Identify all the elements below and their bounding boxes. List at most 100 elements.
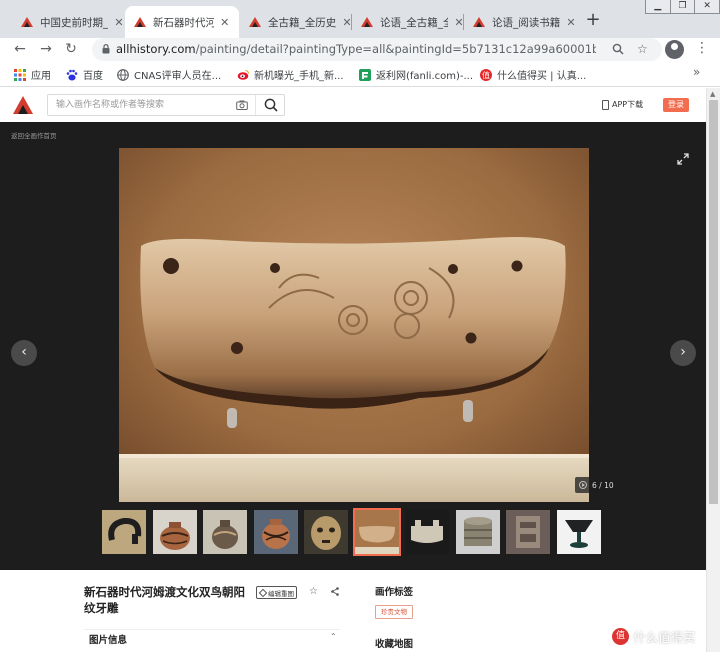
bookmark-apps[interactable]: 应用 [14, 67, 51, 82]
back-arrow-icon[interactable]: ← [10, 38, 30, 61]
weibo-eye-icon [237, 69, 249, 80]
previous-image-button[interactable]: ‹ [11, 340, 37, 366]
more-bookmarks-icon[interactable]: » [693, 65, 700, 79]
url-host: allhistory.com [116, 42, 196, 56]
favorite-star-icon[interactable]: ☆ [309, 586, 318, 597]
smzdm-icon: 值 [480, 68, 492, 81]
tag-precious-relic[interactable]: 珍贵文物 [375, 605, 413, 619]
globe-icon [117, 68, 129, 81]
reload-icon[interactable]: ↻ [61, 38, 81, 61]
url-text[interactable]: allhistory.com/painting/detail?paintingT… [116, 42, 596, 56]
collection-map-heading: 收藏地图 [375, 639, 414, 650]
bookmarks-bar: 应用 百度 CNAS评审人员在... 新机曝光_手机_新... 返利网(fanl… [0, 61, 720, 87]
edit-artwork-button[interactable]: 编辑重图 [256, 586, 297, 599]
search-icon [264, 98, 278, 112]
search-box [47, 94, 285, 116]
thumbnail-strip [102, 508, 606, 556]
next-image-button[interactable]: › [670, 340, 696, 366]
camera-icon[interactable] [236, 99, 248, 111]
smzdm-logo-icon: 值 [612, 628, 629, 645]
scroll-up-arrow-icon[interactable]: ▲ [710, 90, 715, 98]
artwork-info-section: 新石器时代河姆渡文化双鸟朝阳纹牙雕 编辑重图 ☆ 图片信息 ⌃ 画作标签 珍贵文… [0, 570, 706, 652]
page-scrollbar[interactable]: ▲ [706, 88, 720, 652]
allhistory-logo-icon [249, 17, 261, 27]
svg-text:值: 值 [482, 70, 490, 80]
bookmark-label: 应用 [31, 71, 51, 82]
zoom-magnifier-icon[interactable] [612, 43, 624, 55]
browser-tab-bar: 中国史前时期_ ✕ 新石器时代河姆 ✕ 全古籍_全历史 ✕ 论语_全古籍_全 ✕… [0, 0, 720, 38]
section-divider [84, 629, 340, 630]
edit-pen-icon [258, 588, 268, 597]
bookmark-new-phones[interactable]: 新机曝光_手机_新... [237, 67, 344, 82]
thumbnail-black-goblet[interactable] [557, 510, 601, 554]
thumbnail-clay-pot[interactable] [203, 510, 247, 554]
tab-analects-books[interactable]: 论语_全古籍_全 ✕ [352, 6, 474, 38]
app-download-label: APP下载 [612, 100, 644, 109]
phone-icon [602, 99, 609, 110]
chevron-up-icon[interactable]: ⌃ [330, 632, 337, 641]
allhistory-logo-icon[interactable] [12, 95, 34, 115]
search-input[interactable] [48, 95, 232, 115]
thumbnail-painted-jar[interactable] [153, 510, 197, 554]
edit-label: 编辑重图 [268, 589, 294, 598]
tab-hemudu-ivory[interactable]: 新石器时代河姆 ✕ [125, 6, 239, 38]
thumbnail-jade-axe[interactable] [405, 510, 449, 554]
smzdm-watermark: 值 什么值得买 [612, 627, 696, 646]
play-slideshow-icon[interactable] [579, 481, 587, 489]
scrollbar-thumb[interactable] [709, 100, 718, 504]
tab-analects-reading[interactable]: 论语_阅读书籍 ✕ [464, 6, 586, 38]
apps-grid-icon [14, 68, 26, 81]
watermark-text: 什么值得买 [633, 630, 696, 645]
site-header: APP下载 登录 [0, 88, 706, 122]
bookmark-cnas[interactable]: CNAS评审人员在... [117, 67, 221, 82]
allhistory-logo-icon [134, 17, 146, 27]
window-controls: ▁ ❐ ✕ [645, 0, 720, 14]
close-window-icon[interactable]: ✕ [694, 0, 719, 13]
bookmark-baidu[interactable]: 百度 [66, 67, 103, 82]
main-artwork-image[interactable] [119, 148, 589, 502]
bookmark-label: 新机曝光_手机_新... [254, 71, 344, 82]
tab-title: 论语_全古籍_全 [380, 16, 448, 29]
bookmark-star-icon[interactable]: ☆ [637, 42, 648, 56]
tab-all-ancient-books[interactable]: 全古籍_全历史 ✕ [240, 6, 362, 38]
forward-arrow-icon[interactable]: → [36, 38, 56, 61]
tags-heading: 画作标签 [375, 587, 414, 598]
share-icon[interactable] [331, 587, 339, 596]
browser-toolbar: ← → ↻ allhistory.com/painting/detail?pai… [0, 38, 720, 61]
fullscreen-expand-icon[interactable] [677, 153, 689, 165]
slideshow-counter[interactable]: 6 / 10 [575, 477, 620, 493]
picture-info-heading[interactable]: 图片信息 [89, 632, 127, 646]
bookmark-fanli[interactable]: 返利网(fanli.com)-... [359, 67, 473, 82]
image-counter-text: 6 / 10 [592, 480, 614, 490]
baidu-paw-icon [66, 69, 78, 80]
allhistory-logo-icon [473, 17, 485, 27]
search-button[interactable] [255, 95, 285, 115]
bookmark-label: 返利网(fanli.com)-... [376, 71, 474, 82]
thumbnail-ivory-carving[interactable] [353, 508, 401, 556]
app-download-link[interactable]: APP下载 [602, 99, 643, 110]
bookmark-smzdm[interactable]: 值 什么值得买 | 认真... [480, 67, 586, 82]
tab-prehistoric-china[interactable]: 中国史前时期_ ✕ [12, 6, 134, 38]
address-bar[interactable]: allhistory.com/painting/detail?paintingT… [92, 38, 662, 61]
thumbnail-jade-plaque[interactable] [506, 510, 550, 554]
artwork-gallery: 返回全画作首页 ‹ › 6 / 10 [0, 122, 706, 570]
close-tab-icon[interactable]: ✕ [564, 16, 578, 29]
tab-title: 论语_阅读书籍 [492, 16, 560, 29]
tab-title: 中国史前时期_ [40, 16, 108, 29]
close-tab-icon[interactable]: ✕ [218, 16, 231, 29]
thumbnail-painted-pottery[interactable] [254, 510, 298, 554]
back-to-gallery-link[interactable]: 返回全画作首页 [11, 130, 57, 140]
new-tab-button[interactable]: + [583, 9, 603, 30]
minimize-icon[interactable]: ▁ [646, 0, 670, 13]
close-tab-icon[interactable]: ✕ [112, 16, 126, 29]
browser-menu-icon[interactable]: ⋮ [695, 40, 709, 56]
thumbnail-jade-cong[interactable] [456, 510, 500, 554]
thumbnail-pottery-face[interactable] [304, 510, 348, 554]
login-button[interactable]: 登录 [663, 98, 689, 112]
tab-title: 新石器时代河姆 [153, 16, 215, 29]
profile-avatar-icon[interactable] [665, 40, 684, 59]
thumbnail-jade-ring[interactable] [102, 510, 146, 554]
tab-title: 全古籍_全历史 [268, 16, 336, 29]
bookmark-label: CNAS评审人员在... [134, 71, 222, 82]
restore-icon[interactable]: ❐ [669, 0, 695, 13]
